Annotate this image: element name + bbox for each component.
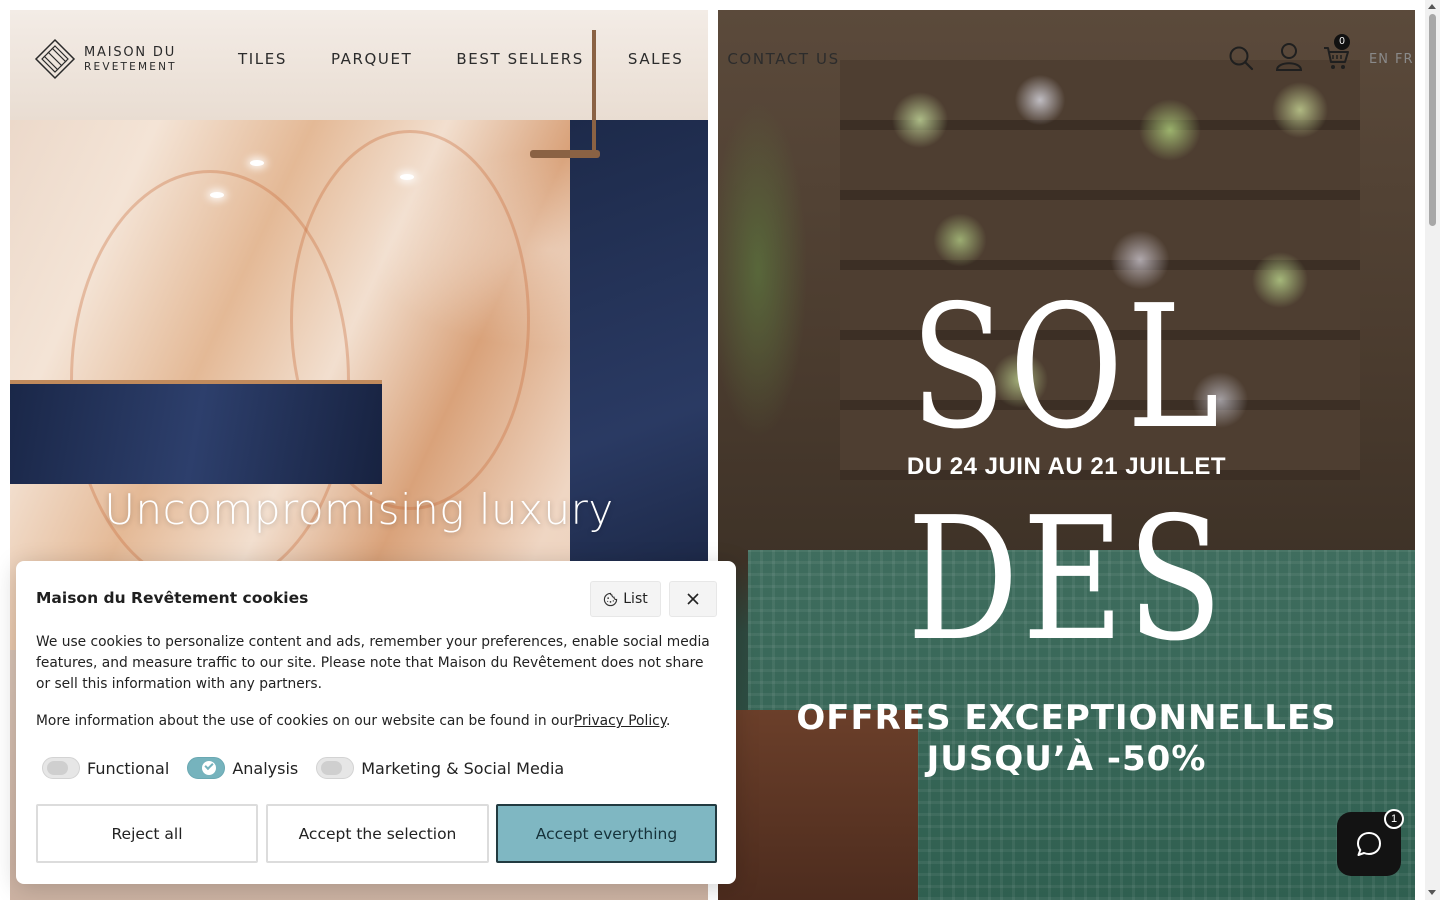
nav-item-sales[interactable]: SALES [628,48,683,70]
sale-dates: DU 24 JUIN AU 21 JUILLET [906,453,1227,480]
accept-selection-button[interactable]: Accept the selection [266,804,489,863]
marketing-switch[interactable] [316,757,355,779]
nav-item-tiles[interactable]: TILES [238,48,287,70]
sale-title-top: SOL [910,269,1223,467]
analysis-switch[interactable] [187,757,226,779]
sale-offer-line2: JUSQU’À -50% [926,739,1207,779]
hero-left-title: Uncompromising luxury [104,485,614,534]
brand-logo[interactable]: MAISON DU REVETEMENT [34,38,184,80]
site-header: MAISON DU REVETEMENT TILES PARQUET BEST … [10,10,1415,110]
close-icon [687,593,699,605]
cookie-more-text: More information about the use of cookie… [36,713,574,729]
sale-offer-line1: OFFRES EXCEPTIONNELLES [796,698,1337,738]
scroll-thumb[interactable] [1429,14,1436,226]
accept-everything-button[interactable]: Accept everything [496,804,717,863]
main-nav: TILES PARQUET BEST SELLERS SALES CONTACT… [238,48,884,70]
cookie-list-label: List [623,591,648,607]
toggle-analysis[interactable]: Analysis [187,757,298,779]
privacy-policy-link[interactable]: Privacy Policy [574,713,666,729]
lang-en[interactable]: EN [1369,52,1389,67]
toggle-label-analysis: Analysis [232,758,299,778]
chat-icon [1357,832,1381,856]
nav-item-parquet[interactable]: PARQUET [331,48,412,70]
cookie-icon [604,592,618,606]
cookie-list-button[interactable]: List [590,581,661,617]
toggle-label-marketing: Marketing & Social Media [361,758,565,778]
brand-name-line2: REVETEMENT [84,60,177,73]
hero-right-panel[interactable]: SOL DU 24 JUIN AU 21 JUILLET DES OFFRES … [718,10,1415,900]
toggle-functional[interactable]: Functional [42,757,169,779]
brand-name: MAISON DU REVETEMENT [84,45,177,74]
functional-switch[interactable] [42,757,80,779]
cookie-description: We use cookies to personalize content an… [36,634,710,692]
search-icon[interactable] [1227,43,1255,73]
page-scrollbar[interactable] [1425,0,1440,900]
lang-fr[interactable]: FR [1395,52,1414,67]
page: Uncompromising luxury SOL DU 24 JUIN AU … [0,0,1440,900]
sale-title-bottom: DES [907,481,1226,679]
cookie-toggles: Functional Analysis Marketing & Social M… [42,757,582,779]
cookie-dialog: Maison du Revêtement cookies List We use… [16,561,736,884]
reject-all-button[interactable]: Reject all [36,804,258,863]
cookie-close-button[interactable] [669,581,717,617]
rain-shower-head [530,150,600,158]
cookie-more-suffix: . [665,713,671,729]
user-icon[interactable] [1275,42,1303,72]
shower-niche [10,380,382,484]
cart-count-badge: 0 [1334,34,1350,50]
brand-name-line1: MAISON DU [84,44,177,60]
cookie-more-info: More information about the use of cookie… [36,711,720,732]
toggle-marketing[interactable]: Marketing & Social Media [316,757,564,779]
nav-item-contact-us[interactable]: CONTACT US [727,48,839,70]
switch-knob [47,761,68,775]
switch-knob [321,761,343,775]
nav-item-best-sellers[interactable]: BEST SELLERS [456,48,584,70]
chat-unread-badge: 1 [1384,809,1404,829]
logo-mark-icon [34,38,76,80]
scroll-down-arrow-icon[interactable] [1428,890,1436,895]
cookie-dialog-title: Maison du Revêtement cookies [36,589,309,607]
scroll-up-arrow-icon[interactable] [1428,4,1436,9]
ceiling-light [250,160,264,166]
toggle-label-functional: Functional [87,758,170,778]
